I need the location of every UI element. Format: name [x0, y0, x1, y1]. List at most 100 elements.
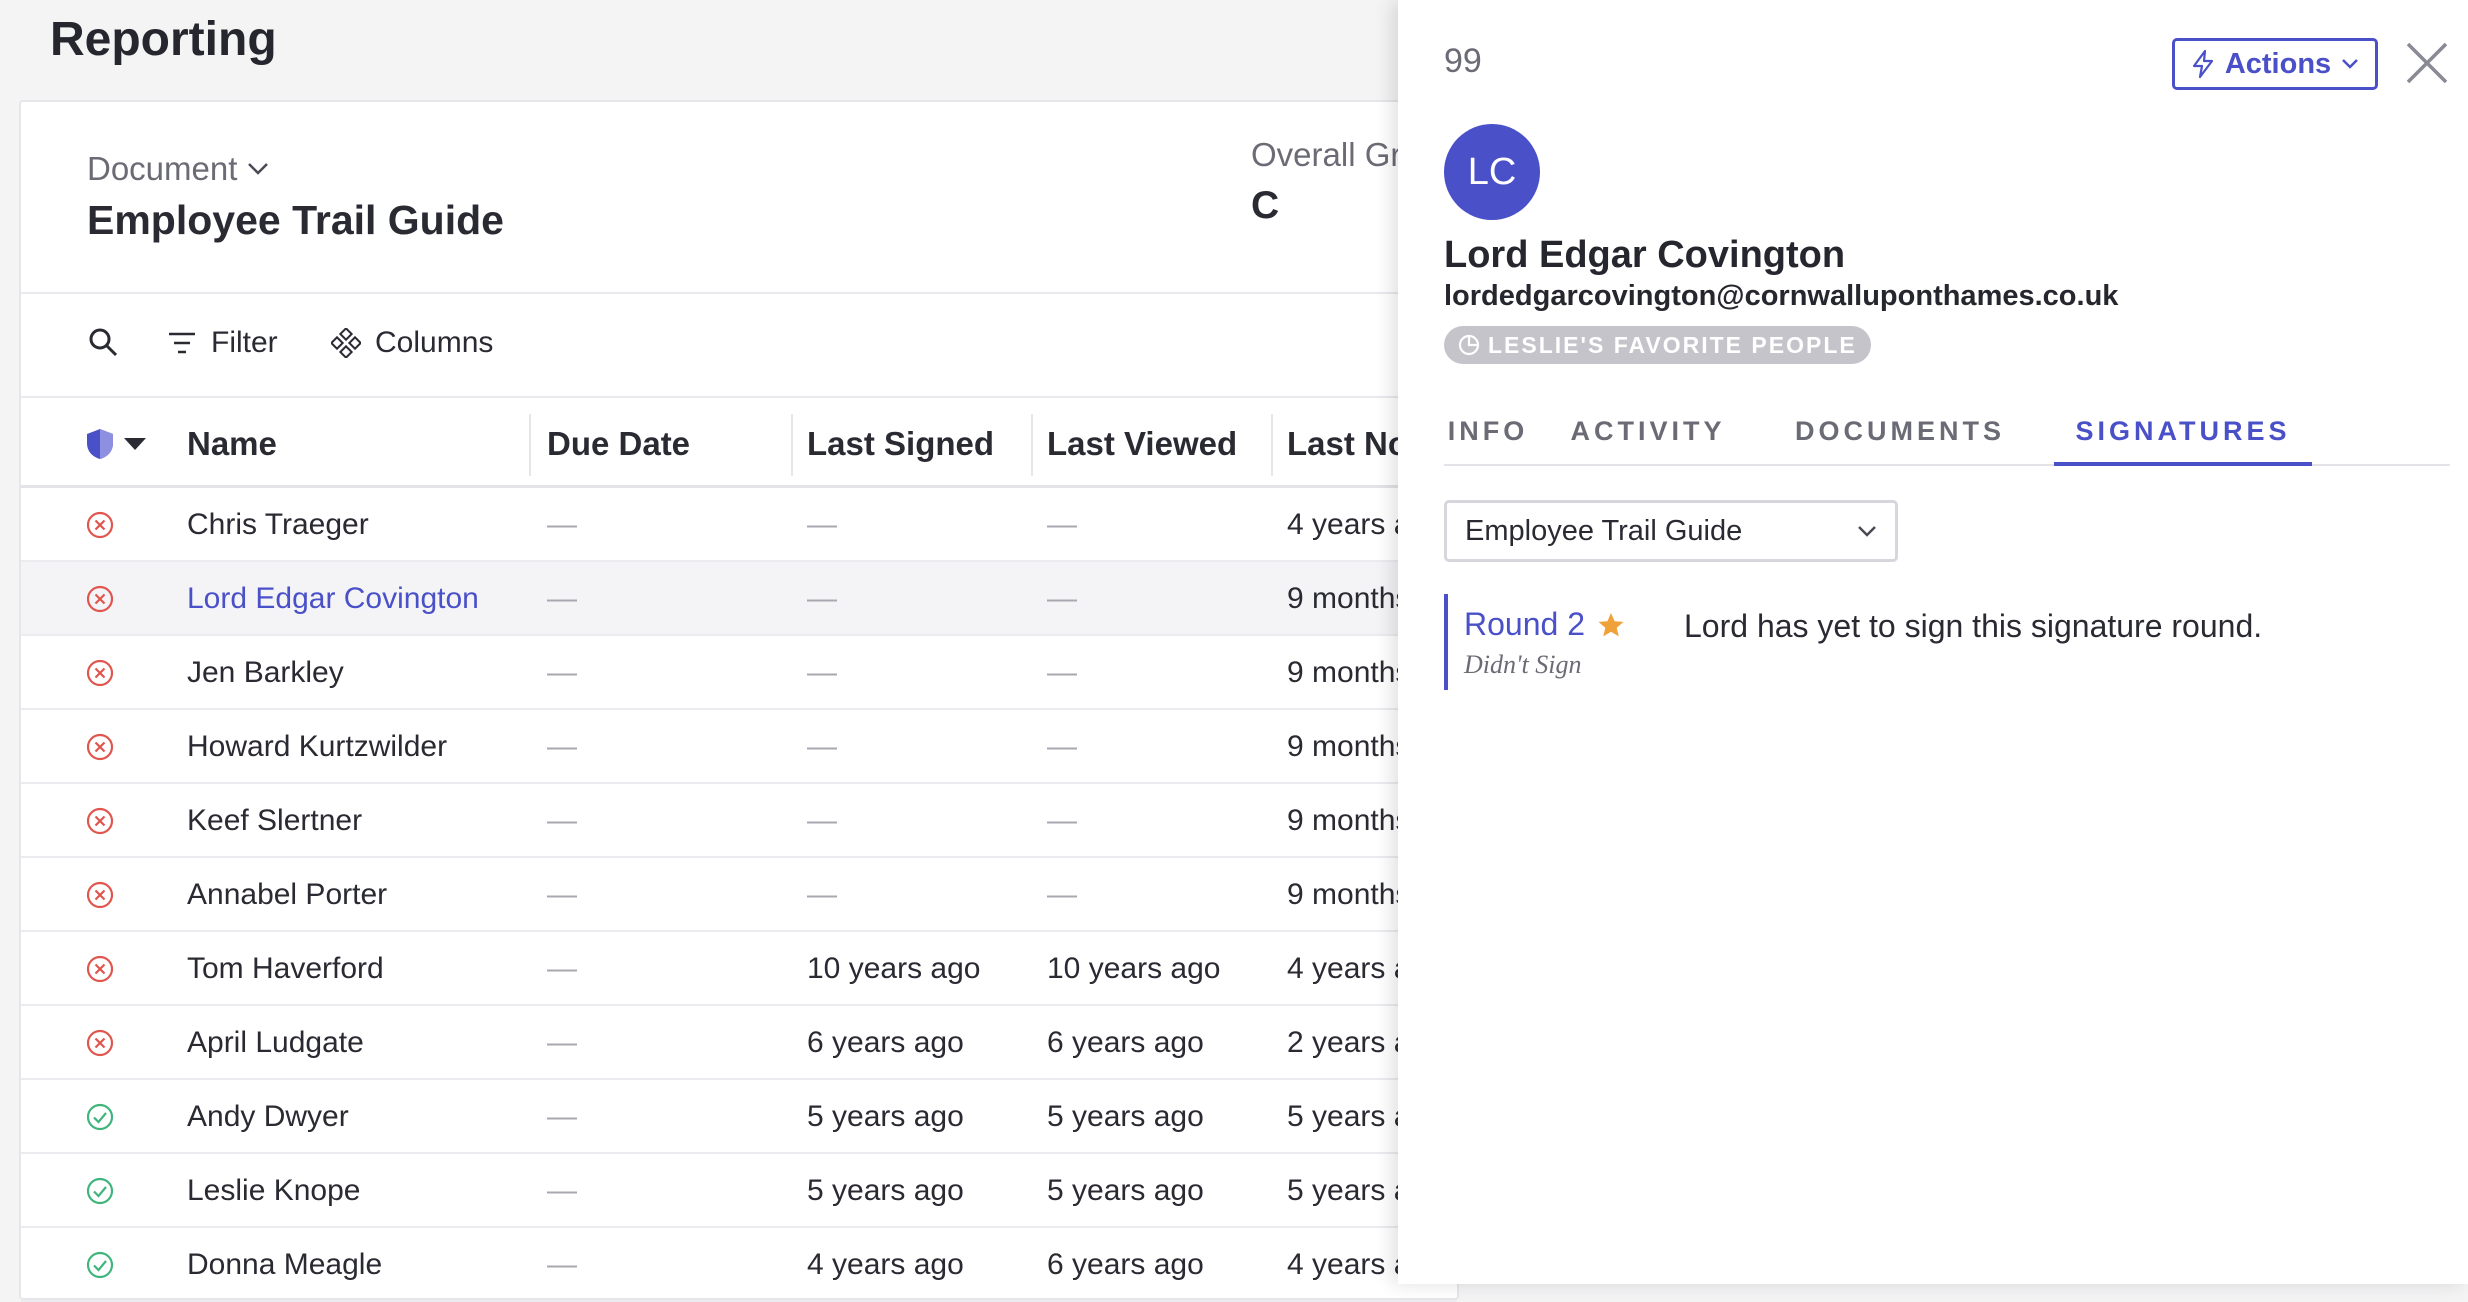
cell-name[interactable]: Leslie Knope [187, 1154, 360, 1228]
x-circle-icon [86, 807, 114, 835]
cell-last-notified: 4 years a [1287, 952, 1411, 985]
cell-last-viewed: 5 years ago [1047, 1100, 1204, 1133]
cell-name[interactable]: Annabel Porter [187, 858, 387, 932]
cell-last-viewed: — [1047, 730, 1077, 763]
table-row[interactable]: Howard Kurtzwilder — — — 9 months [21, 710, 1457, 784]
round-status: Didn't Sign [1464, 650, 1582, 679]
cell-last-viewed: — [1047, 508, 1077, 541]
page-title: Reporting [50, 13, 277, 66]
cell-due-date: — [547, 952, 577, 985]
cell-last-notified: 4 years a [1287, 508, 1411, 541]
filter-icon [169, 332, 195, 354]
group-badge[interactable]: LESLIE'S FAVORITE PEOPLE [1444, 326, 1871, 364]
cell-last-signed: — [807, 656, 837, 689]
actions-label: Actions [2224, 47, 2332, 80]
cell-last-notified: 2 years a [1287, 1026, 1411, 1059]
cell-name[interactable]: Andy Dwyer [187, 1080, 349, 1154]
columns-button[interactable]: Columns [331, 326, 493, 360]
signature-round: Round 2 Didn't Sign Lord has yet to sign… [1444, 594, 2344, 690]
close-icon [2406, 42, 2448, 84]
cell-last-signed: 4 years ago [807, 1248, 964, 1281]
document-select[interactable]: Employee Trail Guide [1444, 500, 1898, 562]
cell-last-signed: — [807, 804, 837, 837]
chevron-down-icon [248, 163, 269, 175]
cell-due-date: — [547, 730, 577, 763]
overall-grade-label: Overall Gr [1251, 136, 1402, 173]
table-body: Chris Traeger — — — 4 years a Lord Edgar Covi… [21, 488, 1457, 1302]
tab-documents[interactable]: DOCUMENTS [1778, 404, 2022, 466]
table-row[interactable]: Chris Traeger — — — 4 years a [21, 488, 1457, 562]
caret-down-icon [124, 438, 146, 450]
table-row[interactable]: Jen Barkley — — — 9 months [21, 636, 1457, 710]
table-row[interactable]: Lord Edgar Covington — — — 9 months [21, 562, 1457, 636]
cell-last-signed: 5 years ago [807, 1174, 964, 1207]
chevron-down-icon [2342, 59, 2359, 69]
document-dropdown[interactable]: Document [87, 150, 269, 188]
cell-last-notified: 9 months [1287, 804, 1411, 837]
check-circle-icon [86, 1251, 114, 1279]
round-title[interactable]: Round 2 [1464, 606, 1625, 643]
cell-last-signed: — [807, 730, 837, 763]
cell-last-notified: 9 months [1287, 730, 1411, 763]
column-header-last-viewed[interactable]: Last Viewed [1047, 400, 1237, 488]
cell-last-viewed: 5 years ago [1047, 1174, 1204, 1207]
star-icon [1598, 612, 1624, 636]
column-header-last-signed[interactable]: Last Signed [807, 400, 994, 488]
cell-last-viewed: 6 years ago [1047, 1248, 1204, 1281]
cell-last-notified: 5 years a [1287, 1100, 1411, 1133]
cell-last-viewed: — [1047, 582, 1077, 615]
column-header-last-notified[interactable]: Last No [1287, 400, 1408, 488]
column-divider[interactable] [529, 414, 531, 476]
tab-activity[interactable]: ACTIVITY [1552, 404, 1744, 466]
report-card: Document Employee Trail Guide Overall Gr… [19, 100, 1459, 1302]
table-row[interactable]: Leslie Knope — 5 years ago 5 years ago 5 yea… [21, 1154, 1457, 1228]
cell-name[interactable]: Donna Meagle [187, 1228, 382, 1302]
search-button[interactable] [87, 326, 119, 358]
cell-name[interactable]: Lord Edgar Covington [187, 562, 479, 636]
cell-name[interactable]: Howard Kurtzwilder [187, 710, 447, 784]
cell-name[interactable]: Chris Traeger [187, 488, 369, 562]
cell-last-signed: 5 years ago [807, 1100, 964, 1133]
cell-last-viewed: 6 years ago [1047, 1026, 1204, 1059]
check-circle-icon [86, 1177, 114, 1205]
table-row[interactable]: Keef Slertner — — — 9 months [21, 784, 1457, 858]
cell-last-viewed: — [1047, 878, 1077, 911]
table-row[interactable]: Tom Haverford — 10 years ago 10 years ago 4 … [21, 932, 1457, 1006]
cell-name[interactable]: Jen Barkley [187, 636, 344, 710]
pie-chart-icon [1458, 334, 1480, 356]
signer-detail-panel: 99 Actions LC Lord Edgar Covington lorde… [1398, 0, 2468, 1284]
actions-button[interactable]: Actions [2172, 38, 2378, 90]
table-row[interactable]: Andy Dwyer — 5 years ago 5 years ago 5 years… [21, 1080, 1457, 1154]
column-divider[interactable] [1271, 414, 1273, 476]
cell-name[interactable]: April Ludgate [187, 1006, 364, 1080]
tab-signatures[interactable]: SIGNATURES [2054, 404, 2312, 466]
cell-due-date: — [547, 656, 577, 689]
signer-name: Lord Edgar Covington [1444, 234, 1846, 276]
cell-due-date: — [547, 1100, 577, 1133]
cell-name[interactable]: Keef Slertner [187, 784, 362, 858]
x-circle-icon [86, 659, 114, 687]
tab-info[interactable]: INFO [1444, 404, 1532, 466]
cell-last-notified: 9 months [1287, 656, 1411, 689]
close-button[interactable] [2402, 38, 2452, 88]
document-title: Employee Trail Guide [87, 197, 504, 243]
table-row[interactable]: April Ludgate — 6 years ago 6 years ago 2 ye… [21, 1006, 1457, 1080]
cell-due-date: — [547, 1248, 577, 1281]
cell-name[interactable]: Tom Haverford [187, 932, 384, 1006]
table-row[interactable]: Donna Meagle — 4 years ago 6 years ago 4 yea… [21, 1228, 1457, 1302]
filter-button[interactable]: Filter [167, 326, 278, 360]
column-header-name[interactable]: Name [187, 400, 277, 488]
table-row[interactable]: Annabel Porter — — — 9 months [21, 858, 1457, 932]
signer-email: lordedgarcovington@cornwalluponthames.co… [1444, 280, 2119, 312]
column-header-due-date[interactable]: Due Date [547, 400, 690, 488]
shield-icon [87, 429, 113, 459]
columns-label: Columns [375, 326, 494, 359]
x-circle-icon [86, 511, 114, 539]
round-label: Round 2 [1464, 606, 1585, 642]
status-sort-toggle[interactable] [85, 400, 147, 488]
cell-last-notified: 4 years a [1287, 1248, 1411, 1281]
x-circle-icon [86, 733, 114, 761]
x-circle-icon [86, 585, 114, 613]
column-divider[interactable] [1031, 414, 1033, 476]
column-divider[interactable] [791, 414, 793, 476]
